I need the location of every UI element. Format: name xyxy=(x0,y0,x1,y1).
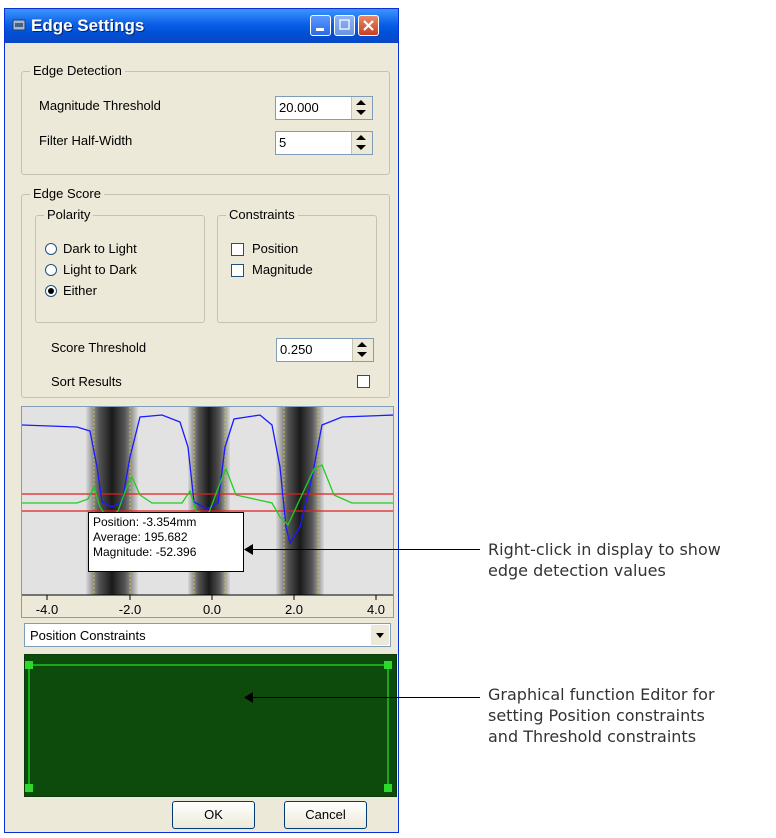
title-bar[interactable]: Edge Settings xyxy=(5,9,398,43)
magnitude-checkbox-label[interactable]: Magnitude xyxy=(252,262,313,277)
position-checkbox-label[interactable]: Position xyxy=(252,241,298,256)
tooltip-position: Position: -3.354mm xyxy=(93,515,197,529)
magnitude-threshold-spinner[interactable]: 20.000 xyxy=(275,96,373,120)
ok-button[interactable]: OK xyxy=(172,801,255,829)
display-annotation: Right-click in display to show edge dete… xyxy=(488,539,721,581)
x-tick-label: -2.0 xyxy=(119,602,141,617)
close-button[interactable] xyxy=(358,15,379,36)
function-curve[interactable] xyxy=(25,655,396,796)
app-icon xyxy=(12,19,26,31)
constraint-type-select[interactable]: Position Constraints xyxy=(24,623,391,647)
editor-callout-line xyxy=(248,697,480,698)
cancel-button[interactable]: Cancel xyxy=(284,801,367,829)
x-tick-label: 2.0 xyxy=(285,602,303,617)
filter-half-width-spinner[interactable]: 5 xyxy=(275,131,373,155)
minimize-icon xyxy=(316,28,324,31)
position-checkbox[interactable] xyxy=(231,243,244,256)
spin-up-icon[interactable] xyxy=(356,135,366,140)
editor-handle[interactable] xyxy=(25,661,33,669)
light-to-dark-label[interactable]: Light to Dark xyxy=(63,262,137,277)
annotation-line: edge detection values xyxy=(488,561,666,580)
dark-to-light-label[interactable]: Dark to Light xyxy=(63,241,137,256)
constraints-group: Constraints Position Magnitude xyxy=(217,207,377,323)
score-threshold-label: Score Threshold xyxy=(51,340,147,355)
spin-down-icon[interactable] xyxy=(356,145,366,150)
score-threshold-spinner[interactable]: 0.250 xyxy=(276,338,374,362)
close-icon xyxy=(363,20,374,31)
magnitude-checkbox[interactable] xyxy=(231,264,244,277)
sort-results-label: Sort Results xyxy=(51,374,122,389)
spinner-arrows[interactable] xyxy=(351,97,372,119)
edge-values-tooltip: Position: -3.354mm Average: 195.682 Magn… xyxy=(88,512,244,572)
editor-handle[interactable] xyxy=(384,784,392,792)
edge-score-legend: Edge Score xyxy=(30,186,104,201)
constraints-legend: Constraints xyxy=(226,207,298,222)
constraint-type-value[interactable]: Position Constraints xyxy=(30,628,146,643)
display-callout-line xyxy=(248,549,480,550)
arrow-left-icon xyxy=(244,544,253,555)
spinner-arrows[interactable] xyxy=(351,132,372,154)
spin-up-icon[interactable] xyxy=(357,342,367,347)
arrow-left-icon xyxy=(244,692,253,703)
tooltip-magnitude: Magnitude: -52.396 xyxy=(93,545,197,559)
edge-detection-group: Edge Detection Magnitude Threshold 20.00… xyxy=(21,63,390,175)
radio-either[interactable] xyxy=(45,285,57,297)
graphical-function-editor[interactable] xyxy=(24,654,397,797)
editor-handle[interactable] xyxy=(384,661,392,669)
radio-light-to-dark[interactable] xyxy=(45,264,57,276)
spin-up-icon[interactable] xyxy=(356,100,366,105)
chevron-down-icon[interactable] xyxy=(371,625,389,645)
annotation-line: and Threshold constraints xyxy=(488,727,697,746)
edge-score-group: Edge Score Polarity Dark to Light Light … xyxy=(21,186,390,398)
x-tick-label: 0.0 xyxy=(203,602,221,617)
magnitude-threshold-label: Magnitude Threshold xyxy=(39,98,161,113)
spin-down-icon[interactable] xyxy=(357,352,367,357)
sort-results-checkbox[interactable] xyxy=(357,375,370,388)
x-tick-label: -4.0 xyxy=(36,602,58,617)
annotation-line: setting Position constraints xyxy=(488,706,705,725)
filter-half-width-label: Filter Half-Width xyxy=(39,133,133,148)
tooltip-average: Average: 195.682 xyxy=(93,530,188,544)
maximize-icon xyxy=(339,19,350,30)
edge-detection-legend: Edge Detection xyxy=(30,63,125,78)
window-title: Edge Settings xyxy=(31,16,145,35)
either-label[interactable]: Either xyxy=(63,283,97,298)
polarity-group: Polarity Dark to Light Light to Dark Eit… xyxy=(35,207,205,323)
x-tick-label: 4.0 xyxy=(367,602,385,617)
radio-dark-to-light[interactable] xyxy=(45,243,57,255)
filter-half-width-value[interactable]: 5 xyxy=(279,135,286,150)
polarity-legend: Polarity xyxy=(44,207,94,222)
editor-handle[interactable] xyxy=(25,784,33,792)
editor-annotation: Graphical function Editor for setting Po… xyxy=(488,684,715,747)
score-threshold-value[interactable]: 0.250 xyxy=(280,342,313,357)
spinner-arrows[interactable] xyxy=(352,339,373,361)
spin-down-icon[interactable] xyxy=(356,110,366,115)
annotation-line: Graphical function Editor for xyxy=(488,685,715,704)
annotation-line: Right-click in display to show xyxy=(488,540,721,559)
minimize-button[interactable] xyxy=(310,15,331,36)
magnitude-threshold-value[interactable]: 20.000 xyxy=(279,100,319,115)
maximize-button[interactable] xyxy=(334,15,355,36)
